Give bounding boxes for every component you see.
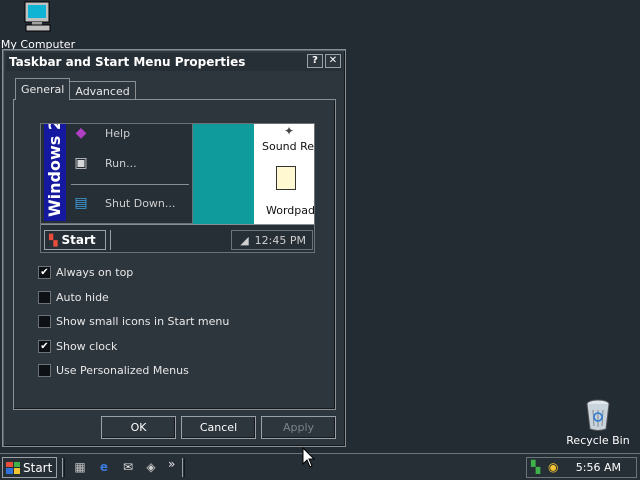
always-on-top-checkbox[interactable]: ✔ [38,266,51,279]
taskbar-properties-dialog: Taskbar and Start Menu Properties ? ✕ Ge… [2,49,346,447]
preview-desktop-area: ✦ Sound Re Wordpad [254,124,315,224]
help-book-icon: ◆ [75,125,87,141]
always-on-top-label: Always on top [56,266,134,279]
taskbar-separator [182,458,185,477]
scheduler-icon[interactable]: ◉ [548,460,558,474]
wordpad-icon [276,166,296,190]
preview-taskbar-separator [110,230,112,250]
preview-menu-separator [71,184,189,185]
taskbar-preview-image: Windows 2 ◆ Help ▣ Run... ▤ Shut Down...… [40,123,315,253]
channels-icon[interactable]: ◈ [143,459,159,475]
show-desktop-icon[interactable]: ▦ [72,459,88,475]
system-tray: ▚ ◉ 5:56 AM [526,457,637,478]
preview-run-label: Run... [105,156,137,170]
tab-strip: General Advanced [15,78,136,100]
apply-button[interactable]: Apply [261,416,336,439]
internet-explorer-icon[interactable]: e [96,459,112,475]
preview-menu-run: ▣ Run... [71,154,137,172]
small-icons-checkbox[interactable] [38,315,51,328]
title-bar[interactable]: Taskbar and Start Menu Properties ? ✕ [6,53,342,71]
preview-tray: ◢ 12:45 PM [231,230,313,250]
start-button[interactable]: Start [2,457,57,478]
option-show-clock[interactable]: ✔ Show clock [38,340,117,353]
option-small-icons[interactable]: Show small icons in Start menu [38,315,229,328]
preview-taskbar: ▚ Start ◢ 12:45 PM [41,224,314,252]
personalized-menus-label: Use Personalized Menus [56,364,189,377]
speaker-icon: ◢ [240,233,249,247]
start-label: Start [23,460,53,475]
preview-start-button: ▚ Start [44,230,106,250]
taskbar-clock[interactable]: 5:56 AM [576,461,621,474]
ok-button[interactable]: OK [101,416,176,439]
preview-start-menu: Windows 2 ◆ Help ▣ Run... ▤ Shut Down... [41,124,193,224]
windows-flag-icon: ▚ [49,233,58,247]
recycle-bin-label: Recycle Bin [566,434,630,447]
personalized-menus-checkbox[interactable] [38,364,51,377]
option-auto-hide[interactable]: Auto hide [38,291,109,304]
preview-menu-shutdown: ▤ Shut Down... [71,194,175,212]
cancel-button[interactable]: Cancel [181,416,256,439]
my-computer-desktop-icon[interactable]: My Computer [0,0,76,51]
dialog-title: Taskbar and Start Menu Properties [9,55,246,69]
auto-hide-checkbox[interactable] [38,291,51,304]
preview-wordpad-label: Wordpad [266,204,315,217]
option-always-on-top[interactable]: ✔ Always on top [38,266,133,279]
shutdown-icon: ▤ [74,195,88,211]
computer-icon [24,1,51,32]
sound-recorder-icon: ✦ [284,124,295,138]
show-clock-checkbox[interactable]: ✔ [38,340,51,353]
help-button[interactable]: ? [307,54,323,68]
quick-launch-chevron[interactable]: » [168,457,175,471]
windows-logo-icon [6,461,20,474]
outlook-express-icon[interactable]: ✉ [120,459,136,475]
banner-text: Windows 2 [45,124,64,217]
show-clock-label: Show clock [56,340,118,353]
recycle-bin-icon [586,399,610,431]
auto-hide-label: Auto hide [56,291,109,304]
preview-clock: 12:45 PM [254,233,306,247]
tab-advanced[interactable]: Advanced [69,81,136,100]
close-button[interactable]: ✕ [325,54,341,68]
preview-sound-label: Sound Re [262,140,315,153]
general-tab-panel: Windows 2 ◆ Help ▣ Run... ▤ Shut Down...… [13,99,336,410]
recycle-bin-desktop-icon[interactable]: Recycle Bin [562,398,634,447]
preview-shutdown-label: Shut Down... [105,196,176,210]
run-icon: ▣ [74,155,88,171]
quick-launch-handle[interactable] [62,458,65,477]
preview-help-label: Help [105,126,131,140]
mouse-pointer-icon [302,447,316,468]
tab-general[interactable]: General [15,78,71,100]
preview-start-label: Start [61,233,96,247]
taskbar: Start ▦ e ✉ ◈ » ▚ ◉ 5:56 AM [0,453,640,480]
network-icon[interactable]: ▚ [531,460,540,474]
preview-menu-help: ◆ Help [71,124,130,142]
small-icons-label: Show small icons in Start menu [56,315,230,328]
preview-windows-banner: Windows 2 [44,124,66,221]
option-personalized-menus[interactable]: Use Personalized Menus [38,364,189,377]
